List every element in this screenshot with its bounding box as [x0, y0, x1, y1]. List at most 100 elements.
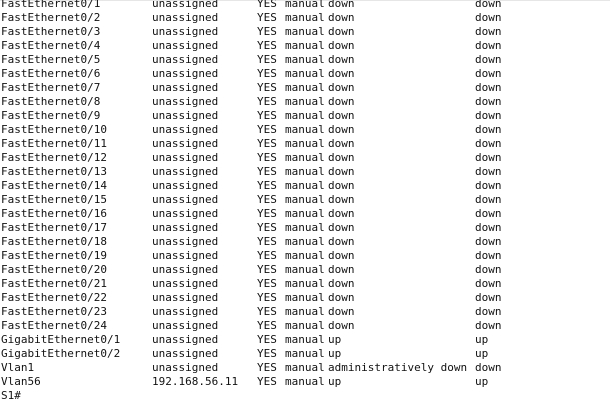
status: down [328, 193, 355, 206]
ok-flag: YES [257, 179, 277, 192]
interface-name: FastEthernet0/6 [1, 67, 101, 80]
protocol: down [475, 291, 502, 304]
status: down [328, 277, 355, 290]
table-row: FastEthernet0/17 unassigned YES manual down d… [0, 221, 610, 235]
status: down [328, 109, 355, 122]
interface-name: FastEthernet0/18 [1, 235, 107, 248]
status: down [328, 249, 355, 262]
ip-address: unassigned [152, 249, 219, 262]
table-row: FastEthernet0/10 unassigned YES manual down d… [0, 123, 610, 137]
cli-prompt[interactable]: S1# [0, 389, 610, 403]
protocol: down [475, 305, 502, 318]
ip-address: unassigned [152, 0, 219, 10]
status: up [328, 347, 342, 360]
protocol: down [475, 165, 502, 178]
interface-name: GigabitEthernet0/1 [1, 333, 121, 346]
ip-address: unassigned [152, 263, 219, 276]
ip-address: unassigned [152, 25, 219, 38]
ip-address: unassigned [152, 109, 219, 122]
status: down [328, 207, 355, 220]
status: down [328, 39, 355, 52]
ok-flag: YES [257, 137, 277, 150]
table-row: Vlan56 192.168.56.11 YES manual up up [0, 375, 610, 389]
protocol: down [475, 39, 502, 52]
ok-flag: YES [257, 165, 277, 178]
status: down [328, 319, 355, 332]
ok-flag: YES [257, 333, 277, 346]
protocol: down [475, 95, 502, 108]
status: down [328, 11, 355, 24]
status: down [328, 179, 355, 192]
interface-name: FastEthernet0/4 [1, 39, 101, 52]
interface-name: FastEthernet0/19 [1, 249, 107, 262]
protocol: down [475, 137, 502, 150]
ok-flag: YES [257, 319, 277, 332]
ip-address: unassigned [152, 221, 219, 234]
protocol: down [475, 263, 502, 276]
interface-name: FastEthernet0/14 [1, 179, 107, 192]
interface-name: FastEthernet0/9 [1, 109, 101, 122]
method: manual [285, 235, 325, 248]
interface-brief-output: FastEthernet0/1 unassigned YES manual down do… [0, 0, 610, 403]
protocol: down [475, 0, 502, 10]
status: down [328, 305, 355, 318]
status: down [328, 263, 355, 276]
protocol: down [475, 361, 502, 374]
ok-flag: YES [257, 291, 277, 304]
ok-flag: YES [257, 0, 277, 10]
table-row: FastEthernet0/19 unassigned YES manual down d… [0, 249, 610, 263]
interface-name: Vlan1 [1, 361, 35, 374]
interface-name: FastEthernet0/3 [1, 25, 101, 38]
ip-address: unassigned [152, 333, 219, 346]
interface-name: FastEthernet0/8 [1, 95, 101, 108]
ok-flag: YES [257, 67, 277, 80]
terminal-window[interactable]: FastEthernet0/1 unassigned YES manual down do… [0, 0, 610, 403]
ok-flag: YES [257, 361, 277, 374]
ip-address: 192.168.56.11 [152, 375, 239, 388]
table-row: FastEthernet0/8 unassigned YES manual down do… [0, 95, 610, 109]
status: down [328, 221, 355, 234]
protocol: up [475, 347, 489, 360]
ip-address: unassigned [152, 123, 219, 136]
method: manual [285, 193, 325, 206]
table-row: FastEthernet0/9 unassigned YES manual down do… [0, 109, 610, 123]
table-row: FastEthernet0/20 unassigned YES manual down d… [0, 263, 610, 277]
ip-address: unassigned [152, 193, 219, 206]
table-row: FastEthernet0/23 unassigned YES manual down d… [0, 305, 610, 319]
table-row: FastEthernet0/14 unassigned YES manual down d… [0, 179, 610, 193]
status: down [328, 123, 355, 136]
method: manual [285, 319, 325, 332]
table-row: FastEthernet0/15 unassigned YES manual down d… [0, 193, 610, 207]
table-row: GigabitEthernet0/2 unassigned YES manual up u… [0, 347, 610, 361]
protocol: down [475, 193, 502, 206]
interface-name: FastEthernet0/10 [1, 123, 107, 136]
status: up [328, 333, 342, 346]
method: manual [285, 207, 325, 220]
protocol: down [475, 53, 502, 66]
interface-name: FastEthernet0/20 [1, 263, 107, 276]
table-row: FastEthernet0/13 unassigned YES manual down d… [0, 165, 610, 179]
method: manual [285, 25, 325, 38]
status: down [328, 95, 355, 108]
table-row: FastEthernet0/6 unassigned YES manual down do… [0, 67, 610, 81]
method: manual [285, 291, 325, 304]
ip-address: unassigned [152, 207, 219, 220]
method: manual [285, 67, 325, 80]
status: down [328, 137, 355, 150]
interface-name: FastEthernet0/1 [1, 0, 101, 10]
interface-name: FastEthernet0/12 [1, 151, 107, 164]
status: down [328, 291, 355, 304]
ip-address: unassigned [152, 11, 219, 24]
protocol: down [475, 249, 502, 262]
status: administratively down [328, 361, 468, 374]
protocol: down [475, 123, 502, 136]
method: manual [285, 179, 325, 192]
ok-flag: YES [257, 305, 277, 318]
protocol: down [475, 151, 502, 164]
ip-address: unassigned [152, 39, 219, 52]
method: manual [285, 151, 325, 164]
ip-address: unassigned [152, 179, 219, 192]
method: manual [285, 361, 325, 374]
protocol: down [475, 109, 502, 122]
ok-flag: YES [257, 11, 277, 24]
